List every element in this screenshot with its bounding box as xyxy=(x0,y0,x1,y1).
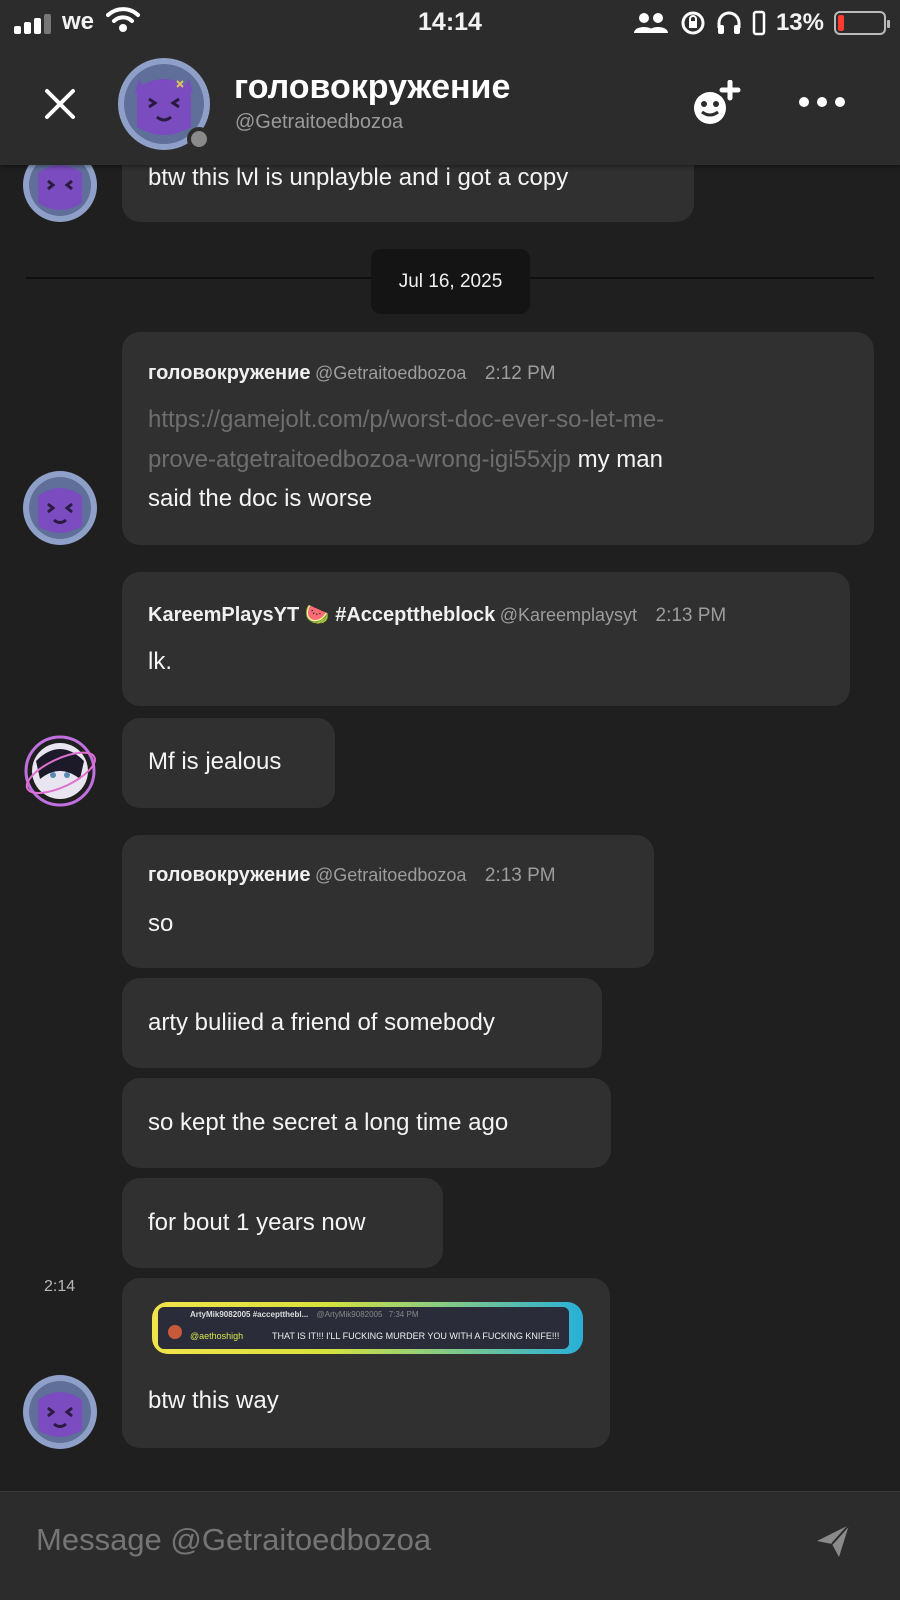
message-meta: KareemPlaysYT 🍉 #Accepttheblock @Kareemp… xyxy=(148,602,726,627)
embed-mention: @aethoshigh xyxy=(190,1331,244,1341)
message-text: prove-atgetraitoedbozoa-wrong-igi55xjp m… xyxy=(148,440,663,479)
embedded-screenshot: ArtyMik9082005 #acceptthebl... @ArtyMik9… xyxy=(158,1307,569,1349)
author-name[interactable]: головокружение xyxy=(148,864,311,886)
embed-author: ArtyMik9082005 #acceptthebl... @ArtyMik9… xyxy=(190,1310,419,1319)
message-link[interactable]: https://gamejolt.com/p/worst-doc-ever-so… xyxy=(148,406,664,433)
embed-text: THAT IS IT!!! I'LL FUCKING MURDER YOU WI… xyxy=(272,1331,560,1341)
message-text: Mf is jealous xyxy=(148,748,282,775)
avatar xyxy=(168,1325,182,1339)
message-text: so kept the secret a long time ago xyxy=(148,1109,509,1136)
author-handle: @Getraitoedbozoa xyxy=(315,363,467,383)
headphones-icon xyxy=(717,11,741,34)
close-icon[interactable] xyxy=(42,86,78,122)
conversation-handle: @Getraitoedbozoa xyxy=(235,111,404,133)
message-composer xyxy=(0,1491,900,1600)
presence-indicator xyxy=(187,127,211,151)
message-text: said the doc is worse xyxy=(148,485,373,512)
top-bar: we 14:14 13% головокружение @Getraitoedb… xyxy=(0,0,900,165)
battery-icon xyxy=(834,11,890,35)
message-text: so xyxy=(148,910,174,937)
add-friend-icon[interactable] xyxy=(688,80,744,130)
message-time: 2:13 PM xyxy=(655,605,727,626)
status-bar: we 14:14 13% xyxy=(0,0,900,46)
author-handle: @Getraitoedbozoa xyxy=(315,865,467,885)
conversation-title: головокружение xyxy=(234,68,511,106)
message-text: btw this way xyxy=(148,1387,279,1414)
date-divider: Jul 16, 2025 xyxy=(371,249,530,314)
message-text: arty buliied a friend of somebody xyxy=(148,1009,495,1036)
more-icon[interactable] xyxy=(798,90,846,114)
people-icon xyxy=(633,13,668,33)
author-handle: @Kareemplaysyt xyxy=(499,605,638,625)
message-text: https://gamejolt.com/p/worst-doc-ever-so… xyxy=(148,400,664,439)
message-meta: головокружение @Getraitoedbozoa 2:12 PM xyxy=(148,362,556,385)
avatar[interactable] xyxy=(22,1374,98,1450)
orientation-lock-icon xyxy=(681,11,705,35)
message-time: 2:12 PM xyxy=(484,363,556,384)
battery-percent: 13% xyxy=(775,9,824,36)
avatar[interactable] xyxy=(22,733,98,809)
message-text: for bout 1 years now xyxy=(148,1209,366,1236)
author-name[interactable]: KareemPlaysYT 🍉 #Accepttheblock xyxy=(148,604,495,626)
message-meta: головокружение @Getraitoedbozoa 2:13 PM xyxy=(148,864,556,887)
portrait-icon xyxy=(752,10,766,36)
message-bubble xyxy=(122,835,654,968)
message-input[interactable] xyxy=(36,1522,796,1558)
message-link[interactable]: prove-atgetraitoedbozoa-wrong-igi55xjp xyxy=(148,446,571,473)
message-text-inline: my man xyxy=(577,446,663,473)
message-time: 2:13 PM xyxy=(484,865,556,886)
message-bubble xyxy=(122,572,850,706)
avatar[interactable] xyxy=(22,470,98,546)
author-name[interactable]: головокружение xyxy=(148,362,311,384)
image-attachment[interactable]: ArtyMik9082005 #acceptthebl... @ArtyMik9… xyxy=(152,1302,583,1354)
message-text: lk. xyxy=(148,648,172,675)
send-icon[interactable] xyxy=(815,1523,851,1559)
message-time: 2:14 xyxy=(44,1278,76,1295)
